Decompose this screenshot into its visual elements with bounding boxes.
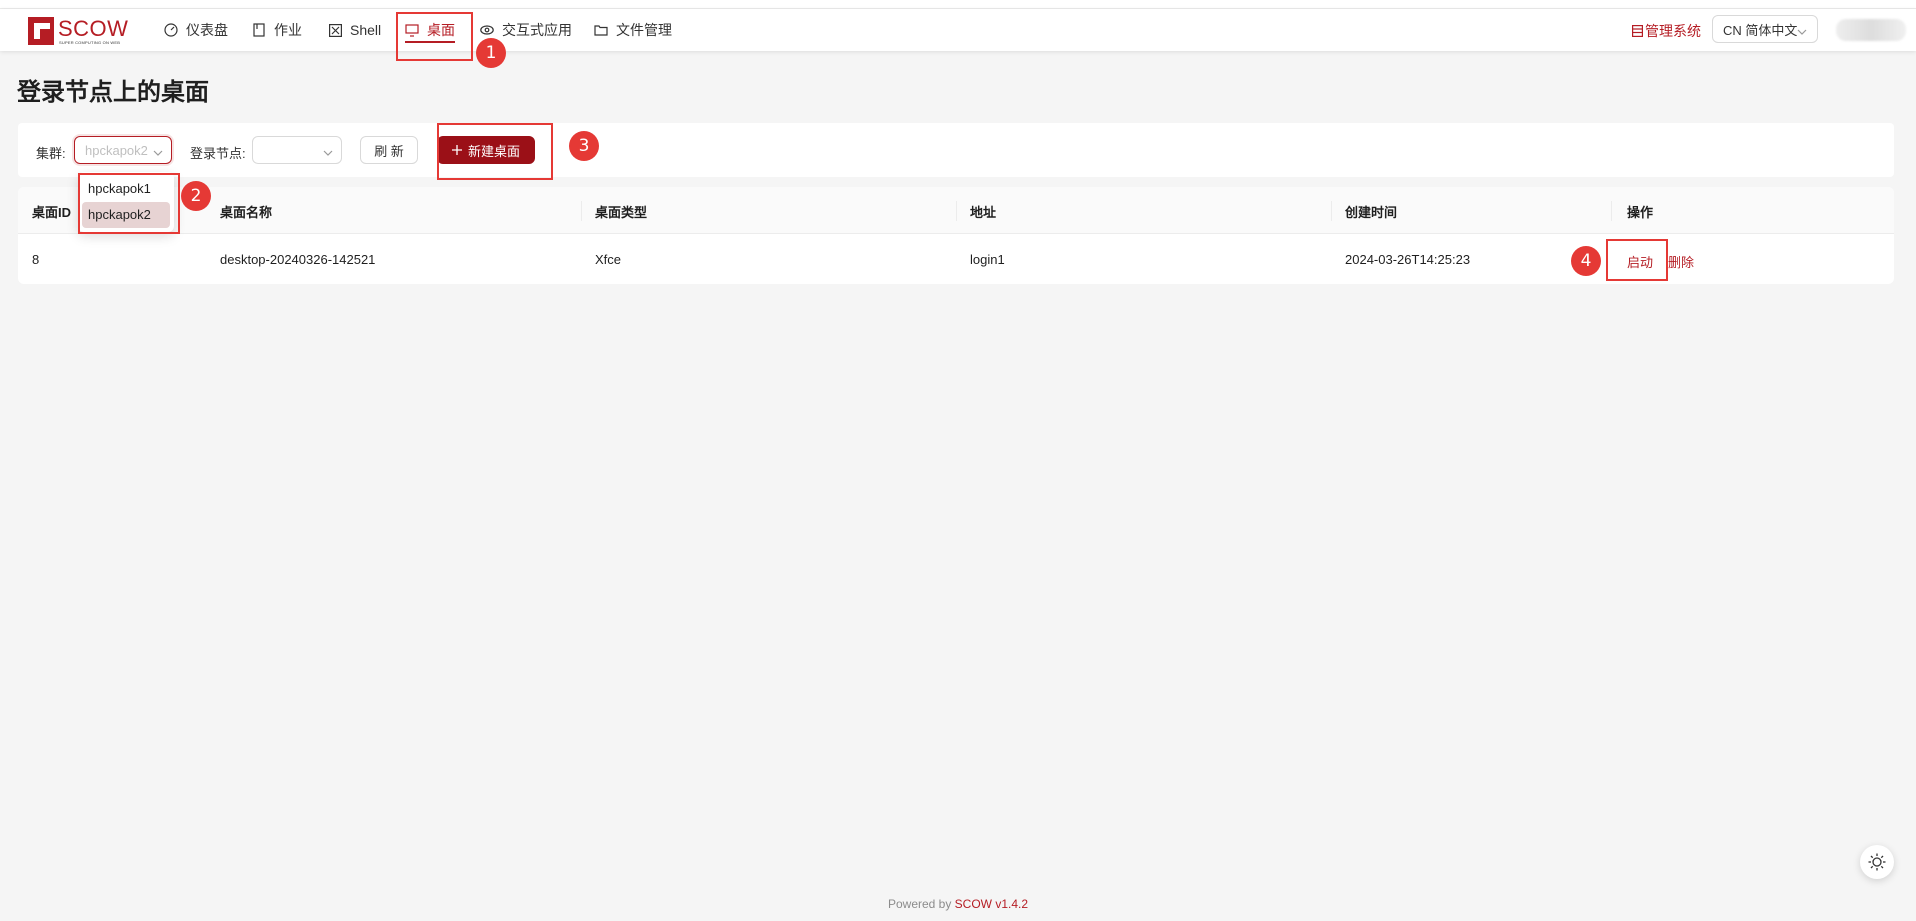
cluster-option-hpckapok2[interactable]: hpckapok2: [82, 202, 170, 228]
chevron-down-icon: [323, 145, 333, 160]
nav-file-management-label: 文件管理: [616, 22, 672, 38]
cell-address: login1: [970, 252, 1005, 267]
top-header: SCOW SUPER COMPUTING ON WEB 仪表盘 作业 Shell…: [0, 9, 1916, 51]
nav-jobs[interactable]: 作业: [252, 9, 302, 51]
management-icon: [1632, 25, 1643, 37]
nav-interactive-apps-label: 交互式应用: [502, 22, 572, 38]
column-divider: [1611, 201, 1612, 221]
dashboard-icon: [164, 23, 178, 37]
column-divider: [1331, 201, 1332, 221]
file-icon: [252, 23, 266, 37]
filter-bar: 集群: hpckapok2 登录节点: 刷 新 新建桌面: [18, 123, 1894, 177]
nav-jobs-label: 作业: [274, 22, 302, 38]
footer-prefix: Powered by: [887, 897, 955, 911]
cluster-dropdown: hpckapok1 hpckapok2: [78, 172, 174, 232]
scow-logo[interactable]: SCOW SUPER COMPUTING ON WEB: [28, 15, 154, 47]
logo-text: SCOW: [58, 16, 129, 41]
nav-dashboard[interactable]: 仪表盘: [164, 9, 228, 51]
sun-icon: [1868, 853, 1886, 871]
management-link-label: 管理系统: [1645, 23, 1701, 39]
desktop-icon: [405, 23, 419, 37]
theme-toggle-button[interactable]: [1860, 845, 1894, 879]
user-avatar[interactable]: [1836, 19, 1906, 41]
eye-icon: [480, 23, 494, 37]
cell-desktop-type: Xfce: [595, 252, 622, 267]
cluster-label: 集群:: [36, 146, 66, 161]
management-system-link[interactable]: 管理系统: [1632, 21, 1701, 41]
nav-shell[interactable]: Shell: [328, 9, 381, 51]
column-header-type: 桌面类型: [595, 205, 648, 220]
chevron-down-icon: [1797, 24, 1807, 39]
folder-icon: [594, 23, 608, 37]
footer: Powered by SCOW v1.4.2: [0, 897, 1916, 911]
footer-brand-link[interactable]: SCOW v1.4.2: [955, 897, 1028, 911]
annotation-marker-4: 4: [1571, 246, 1601, 276]
cluster-option-hpckapok1[interactable]: hpckapok1: [82, 176, 170, 202]
column-header-address: 地址: [970, 205, 997, 220]
column-divider: [581, 201, 582, 221]
chevron-down-icon: [153, 145, 163, 160]
table-header: 桌面ID 桌面名称 桌面类型 地址 创建时间 操作: [18, 187, 1894, 234]
launch-button[interactable]: 启动: [1627, 252, 1653, 271]
column-header-actions: 操作: [1627, 205, 1654, 220]
nav-file-management[interactable]: 文件管理: [594, 9, 672, 51]
page-title: 登录节点上的桌面: [17, 79, 209, 106]
nav-desktop-label: 桌面: [427, 22, 455, 38]
new-desktop-button[interactable]: 新建桌面: [437, 136, 535, 164]
logo-subtext: SUPER COMPUTING ON WEB: [59, 40, 121, 45]
window-top-strip: [0, 0, 1916, 9]
annotation-marker-2: 2: [181, 181, 211, 211]
delete-button[interactable]: 删除: [1668, 252, 1694, 271]
login-node-select[interactable]: [252, 136, 342, 164]
nav-shell-label: Shell: [350, 22, 382, 38]
desktop-table: 桌面ID 桌面名称 桌面类型 地址 创建时间 操作 8 desktop-2024…: [18, 187, 1894, 284]
cell-desktop-name: desktop-20240326-142521: [220, 252, 376, 267]
annotation-marker-3: 3: [569, 131, 599, 161]
refresh-button-label: 刷 新: [374, 143, 404, 159]
cluster-select-value: hpckapok2: [85, 142, 148, 158]
nav-dashboard-label: 仪表盘: [186, 22, 228, 38]
plus-icon: [451, 145, 462, 155]
column-divider: [956, 201, 957, 221]
cluster-select[interactable]: hpckapok2: [74, 136, 172, 164]
language-select[interactable]: CN 简体中文: [1712, 15, 1818, 43]
terminal-icon: [328, 23, 342, 37]
cell-created-time: 2024-03-26T14:25:23: [1345, 252, 1471, 267]
column-header-created: 创建时间: [1345, 205, 1398, 220]
logo-wordmark: SCOW SUPER COMPUTING ON WEB: [58, 15, 154, 47]
refresh-button[interactable]: 刷 新: [360, 136, 418, 164]
scow-logo-icon: [28, 17, 54, 45]
language-value: CN 简体中文: [1723, 22, 1798, 38]
column-header-name: 桌面名称: [220, 205, 273, 220]
new-desktop-button-label: 新建桌面: [467, 143, 520, 159]
annotation-marker-1: 1: [476, 38, 506, 68]
column-header-id: 桌面ID: [32, 205, 72, 220]
login-node-label: 登录节点:: [190, 146, 246, 161]
nav-desktop[interactable]: 桌面: [405, 9, 455, 51]
cell-desktop-id: 8: [32, 252, 40, 267]
